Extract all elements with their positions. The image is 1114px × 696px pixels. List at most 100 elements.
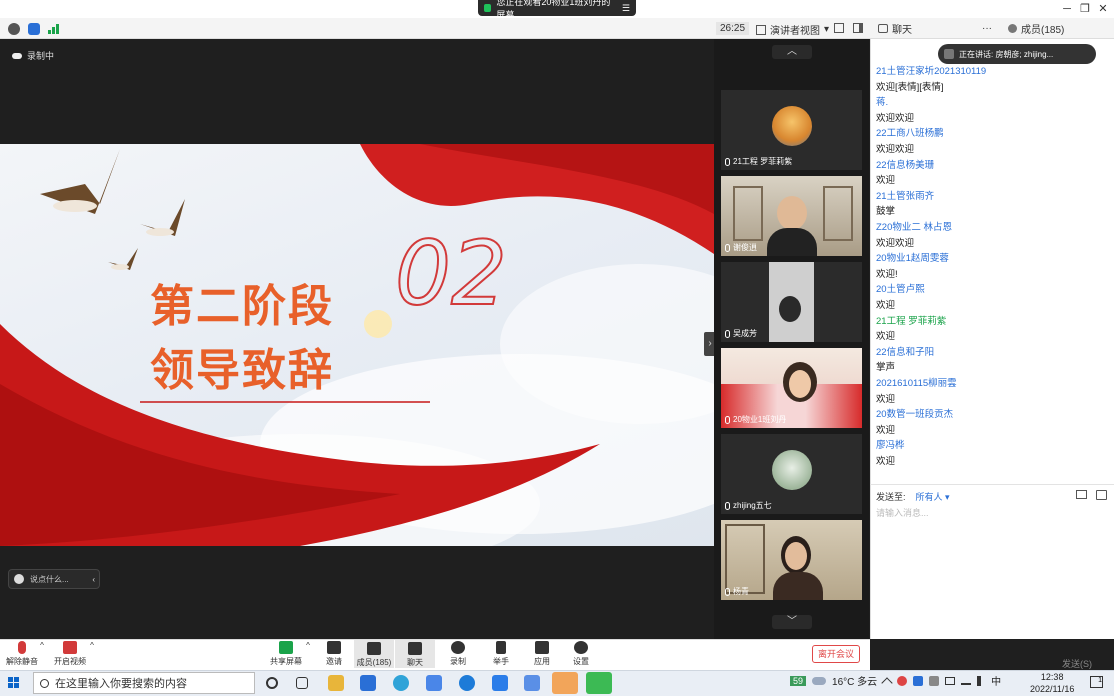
avatar: [772, 106, 812, 146]
shared-slide: 第二阶段 领导致辞 02: [0, 144, 714, 546]
mic-icon: [725, 243, 730, 252]
screenshot-icon[interactable]: [1096, 490, 1107, 500]
tray-app-icon[interactable]: [913, 675, 924, 686]
taskbar-clock[interactable]: 12:38 2022/11/16: [1030, 671, 1074, 695]
video-tile[interactable]: 吴成芳: [721, 262, 862, 342]
tray-app-icon[interactable]: [897, 675, 908, 686]
divider: [870, 484, 1114, 485]
strip-up-button[interactable]: ︿: [772, 45, 812, 59]
strip-down-button[interactable]: ﹀: [772, 615, 812, 629]
tab-members[interactable]: 成员(185): [1000, 21, 1072, 36]
browser-icon[interactable]: [459, 675, 475, 691]
weather-text[interactable]: 16°C 多云: [832, 673, 877, 688]
search-icon: [40, 678, 49, 688]
bookshelf-image: [823, 186, 853, 241]
windows-start-icon[interactable]: [8, 677, 20, 689]
settings-button[interactable]: 设置: [561, 641, 601, 667]
volume-icon[interactable]: [977, 675, 985, 686]
video-tile[interactable]: zhijing五七: [721, 434, 862, 514]
avatar: [772, 450, 812, 490]
tile-name: 20物业1班刘丹: [725, 414, 786, 425]
file-explorer-icon[interactable]: [328, 675, 344, 691]
invite-button[interactable]: 邀请: [314, 641, 354, 667]
mail-icon[interactable]: [360, 675, 376, 691]
chat-message-text: 欢迎!: [876, 268, 898, 280]
camera-off-icon: [63, 641, 77, 654]
layout-icon: [756, 24, 766, 35]
signal-icon[interactable]: [48, 24, 60, 34]
notification-icon[interactable]: 1: [1090, 676, 1103, 688]
shield-icon[interactable]: [28, 23, 40, 35]
apps-button[interactable]: 应用: [522, 641, 562, 667]
emoji-icon[interactable]: [14, 574, 24, 584]
comment-input[interactable]: 说点什么... ‹: [8, 569, 100, 589]
minimize-button[interactable]: ─: [1060, 2, 1074, 16]
video-options-caret[interactable]: ^: [86, 641, 98, 650]
chat-sender-name: 廖冯桦: [876, 440, 905, 452]
app-icon[interactable]: [524, 675, 540, 691]
info-icon[interactable]: [8, 23, 20, 35]
mic-icon: [725, 587, 730, 596]
video-tile[interactable]: 杨青: [721, 520, 862, 600]
folder-icon[interactable]: [1076, 490, 1087, 499]
close-button[interactable]: ✕: [1096, 2, 1110, 16]
bird-icon: [40, 149, 185, 270]
mic-icon: [725, 415, 730, 424]
cortana-icon[interactable]: [266, 677, 278, 689]
tab-more[interactable]: ···: [974, 23, 1000, 34]
tray-app-icon[interactable]: [929, 675, 940, 686]
video-button[interactable]: 开启视频: [50, 641, 90, 667]
view-mode-selector[interactable]: 演讲者视图 ▾: [756, 22, 829, 37]
chat-message-text: 欢迎: [876, 175, 896, 187]
chat-icon: [878, 23, 888, 33]
chat-input[interactable]: 请输入消息...: [876, 506, 929, 519]
share-options-caret[interactable]: ^: [302, 641, 314, 650]
leave-meeting-button[interactable]: 离开会议: [812, 645, 860, 663]
collapse-arrow-icon[interactable]: ‹: [92, 575, 95, 584]
task-view-icon[interactable]: [296, 677, 308, 689]
battery-icon[interactable]: [945, 676, 956, 685]
video-tile[interactable]: 21工程 罗菲莉紫: [721, 90, 862, 170]
send-button[interactable]: 发送(S): [1062, 657, 1092, 670]
taskbar-search[interactable]: 在这里输入你要搜索的内容: [33, 672, 255, 694]
wps-icon[interactable]: [426, 675, 442, 691]
share-banner[interactable]: 您正在观看20物业1班刘丹的屏幕 ☰: [478, 0, 636, 20]
video-tile[interactable]: 谢俊逍: [721, 176, 862, 256]
chat-sender-name: Z20物业二 林占恩: [876, 222, 953, 233]
slide-title-line1: 第二阶段: [150, 281, 334, 332]
mic-icon: [725, 157, 730, 166]
qq-icon[interactable]: [552, 672, 578, 694]
chat-button[interactable]: 聊天: [395, 640, 435, 668]
mic-muted-icon: [18, 641, 26, 654]
chevron-up-icon[interactable]: [881, 676, 893, 689]
share-screen-button[interactable]: 共享屏幕: [266, 641, 306, 667]
chat-message-text: 欢迎[表情][表情]: [876, 81, 944, 93]
slide-background: [0, 144, 714, 546]
record-icon: [451, 641, 465, 654]
chat-bubble-icon: [408, 642, 422, 655]
edge-icon[interactable]: [393, 675, 409, 691]
ime-indicator[interactable]: 中: [991, 673, 1001, 688]
tile-name: 谢俊逍: [725, 242, 757, 253]
side-panel-icon[interactable]: [853, 23, 863, 33]
chat-sender-name: 22工商八班杨鹏: [876, 128, 944, 140]
wifi-icon[interactable]: [961, 677, 972, 685]
chat-sender-name: 21工程 罗菲莉紫: [876, 315, 947, 327]
raise-hand-button[interactable]: 举手: [481, 641, 521, 667]
chat-message-text: 欢迎欢迎: [876, 237, 915, 249]
users-icon: [367, 642, 381, 655]
restore-button[interactable]: ❐: [1078, 2, 1092, 16]
mute-options-caret[interactable]: ^: [36, 641, 48, 650]
mic-icon: [725, 501, 730, 510]
share-screen-icon: [279, 641, 293, 654]
send-to-selector[interactable]: 所有人 ▾: [916, 490, 950, 503]
battery-indicator[interactable]: 59: [790, 675, 807, 686]
fullscreen-icon[interactable]: [834, 23, 844, 33]
tencent-meeting-icon[interactable]: [492, 675, 508, 691]
menu-icon[interactable]: ☰: [622, 3, 630, 14]
tab-chat[interactable]: 聊天: [870, 21, 920, 36]
record-button[interactable]: 录制: [438, 641, 478, 667]
video-tile[interactable]: 20物业1班刘丹: [721, 348, 862, 428]
wechat-icon[interactable]: [586, 672, 612, 694]
members-button[interactable]: 成员(185): [354, 640, 394, 668]
